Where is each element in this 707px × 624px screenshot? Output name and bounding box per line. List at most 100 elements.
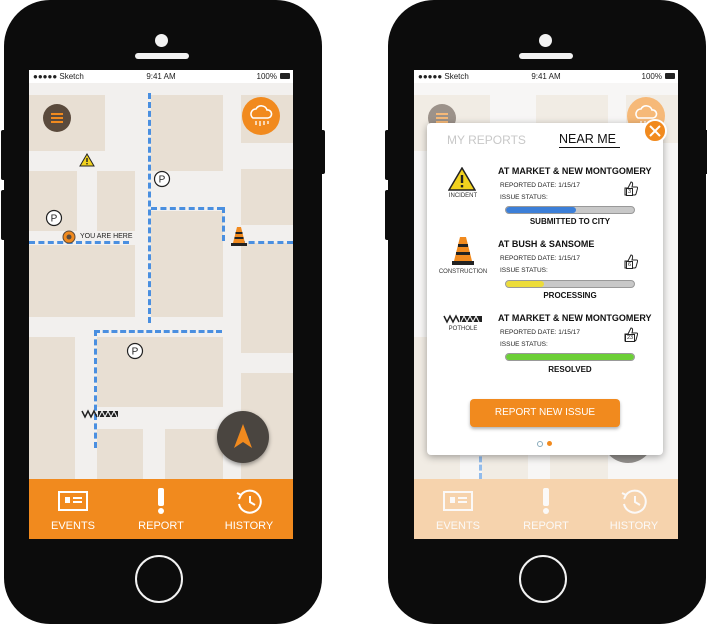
report-category: INCIDENT [448,193,478,199]
city-block [165,429,223,479]
city-block [151,211,223,317]
camera [155,34,168,47]
menu-button[interactable] [43,104,71,132]
report-item[interactable]: INCIDENT AT MARKET & NEW MONTGOMERY REPO… [427,159,663,231]
history-clock-icon [236,489,262,514]
report-date: REPORTED DATE: 1/15/17 [500,182,580,189]
city-block [29,337,75,479]
report-item[interactable]: CONSTRUCTION AT BUSH & SANSOME REPORTED … [427,234,663,306]
status-text: PROCESSING [543,291,597,300]
construction-cone-icon [452,237,474,265]
parking-icon[interactable]: P [45,209,63,227]
battery-label: 100% [641,72,662,81]
weather-button[interactable] [242,97,280,135]
route-line [151,207,223,210]
report-title: AT BUSH & SANSOME [498,239,595,249]
pothole-icon[interactable] [81,409,119,419]
battery-label: 100% [256,72,277,81]
status-bar: ●●●●● Sketch 9:41 AM 100% [29,70,293,83]
speaker [519,53,573,59]
report-date: REPORTED DATE: 1/15/17 [500,255,580,262]
volume-button [385,130,391,180]
issue-status-label: ISSUE STATUS: [500,194,548,201]
navigate-button[interactable] [217,411,269,463]
thumbs-count: 6 [626,261,634,269]
you-are-here-label: YOU ARE HERE [80,233,133,240]
tab-near-me[interactable]: NEAR ME [559,132,620,148]
speaker [135,53,189,59]
progress-fill [506,207,577,213]
warning-icon [448,167,476,191]
report-new-issue-button[interactable]: REPORT NEW ISSUE [470,399,620,427]
map-screen: ●●●●● Sketch 9:41 AM 100% P P P YOU ARE … [29,70,293,539]
reports-modal: MY REPORTS NEAR ME INCIDENT AT MARKET & … [427,123,663,455]
parking-icon[interactable]: P [126,342,144,360]
tab-my-reports[interactable]: MY REPORTS [447,133,526,147]
clock: 9:41 AM [531,72,561,81]
tab-label: HISTORY [224,520,274,532]
clock: 9:41 AM [146,72,176,81]
city-block [241,169,293,225]
report-item[interactable]: POTHOLE AT MARKET & NEW MONTGOMERY REPOR… [427,308,663,380]
construction-cone-icon[interactable] [231,226,247,246]
city-block [151,95,223,171]
ticket-icon [58,491,88,511]
parking-icon[interactable]: P [153,170,171,188]
home-button[interactable] [135,555,183,603]
progress-fill [506,281,545,287]
status-progress-bar [505,353,635,361]
tab-label: REPORT [138,520,184,532]
battery-icon [280,73,290,79]
route-line [29,241,129,244]
city-block [29,245,135,317]
route-line [94,330,97,448]
menu-icon [51,113,63,123]
svg-text:P: P [132,347,139,358]
phone-frame-left: ●●●●● Sketch 9:41 AM 100% P P P YOU ARE … [1,0,325,624]
issue-status-label: ISSUE STATUS: [500,341,548,348]
route-line [239,241,293,244]
warning-icon[interactable] [79,153,95,167]
location-marker-icon [62,230,76,244]
navigate-arrow-icon [234,424,252,448]
weather-icon [250,105,273,126]
issue-status-label: ISSUE STATUS: [500,267,548,274]
report-date: REPORTED DATE: 1/15/17 [500,329,580,336]
phone-frame-right: ●●●●● Sketch 9:41 AM 100% EVENTS REPORT … [385,0,707,624]
volume-button [385,190,391,240]
route-line [94,330,222,333]
tab-history[interactable]: HISTORY [205,479,293,539]
city-block [241,243,293,353]
svg-text:P: P [51,214,58,225]
home-button[interactable] [519,555,567,603]
report-category: POTHOLE [448,326,478,332]
power-button [703,130,707,174]
report-category: CONSTRUCTION [438,269,488,275]
route-line [222,207,225,241]
page-dot[interactable] [537,441,543,447]
map[interactable]: P P P YOU ARE HERE [29,83,293,479]
city-block [97,171,135,231]
status-text: RESOLVED [548,365,592,374]
close-button[interactable] [643,119,667,143]
power-button [319,130,325,174]
tab-events[interactable]: EVENTS [29,479,117,539]
pothole-icon [443,314,482,324]
report-title: AT MARKET & NEW MONTGOMERY [498,166,652,176]
exclamation-icon [158,488,164,514]
battery-icon [665,73,675,79]
tab-report[interactable]: REPORT [117,479,205,539]
city-block [97,337,223,407]
city-block [97,429,143,479]
thumbs-count: 3 [626,188,634,196]
camera [539,34,552,47]
status-progress-bar [505,206,635,214]
volume-button [1,190,7,240]
close-icon [649,125,661,137]
report-title: AT MARKET & NEW MONTGOMERY [498,313,652,323]
progress-fill [506,354,634,360]
status-progress-bar [505,280,635,288]
page-dot-active[interactable] [547,441,552,446]
status-text: SUBMITTED TO CITY [529,217,611,226]
thumbs-count: 23 [625,334,636,342]
